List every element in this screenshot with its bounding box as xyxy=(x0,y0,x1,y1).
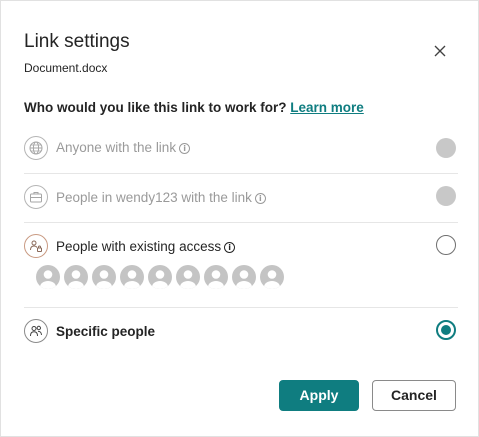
cancel-button[interactable]: Cancel xyxy=(372,380,456,411)
divider xyxy=(24,307,458,308)
option-specific-people[interactable]: Specific people xyxy=(24,319,458,343)
avatar xyxy=(148,265,172,289)
radio-specific-people[interactable] xyxy=(436,320,456,340)
avatar xyxy=(120,265,144,289)
close-button[interactable] xyxy=(429,40,451,62)
avatar xyxy=(36,265,60,289)
briefcase-icon xyxy=(24,185,48,209)
link-settings-dialog: Link settings Document.docx Who would yo… xyxy=(0,0,479,437)
avatar xyxy=(260,265,284,289)
people-icon xyxy=(24,319,48,343)
option-anyone-text: Anyone with the link xyxy=(56,140,177,155)
option-anyone-label: Anyone with the link i xyxy=(56,140,191,155)
avatar xyxy=(176,265,200,289)
option-org-label: People in wendy123 with the link i xyxy=(56,190,266,205)
globe-icon xyxy=(24,136,48,160)
apply-button[interactable]: Apply xyxy=(279,380,359,411)
file-name: Document.docx xyxy=(24,61,108,75)
option-existing-text: People with existing access xyxy=(56,239,222,254)
avatar xyxy=(232,265,256,289)
radio-existing-access[interactable] xyxy=(436,235,456,255)
radio-anyone-disabled xyxy=(436,138,456,158)
dialog-title: Link settings xyxy=(24,31,130,52)
avatar xyxy=(64,265,88,289)
info-icon[interactable]: i xyxy=(224,242,236,253)
learn-more-link[interactable]: Learn more xyxy=(290,100,364,115)
radio-org-disabled xyxy=(436,186,456,206)
info-icon[interactable]: i xyxy=(179,143,191,154)
option-anyone-with-link[interactable]: Anyone with the link i xyxy=(24,136,458,160)
audience-question: Who would you like this link to work for… xyxy=(24,100,364,115)
divider xyxy=(24,173,458,174)
avatar xyxy=(92,265,116,289)
info-icon[interactable]: i xyxy=(254,193,266,204)
option-people-in-org[interactable]: People in wendy123 with the link i xyxy=(24,185,458,209)
audience-question-text: Who would you like this link to work for… xyxy=(24,100,291,115)
people-lock-icon xyxy=(24,234,48,258)
avatar xyxy=(204,265,228,289)
divider xyxy=(24,222,458,223)
option-existing-label: People with existing access i xyxy=(56,239,236,254)
option-org-text: People in wendy123 with the link xyxy=(56,190,252,205)
radio-selected-dot xyxy=(441,325,451,335)
option-specific-label: Specific people xyxy=(56,324,156,339)
close-icon xyxy=(434,45,446,57)
